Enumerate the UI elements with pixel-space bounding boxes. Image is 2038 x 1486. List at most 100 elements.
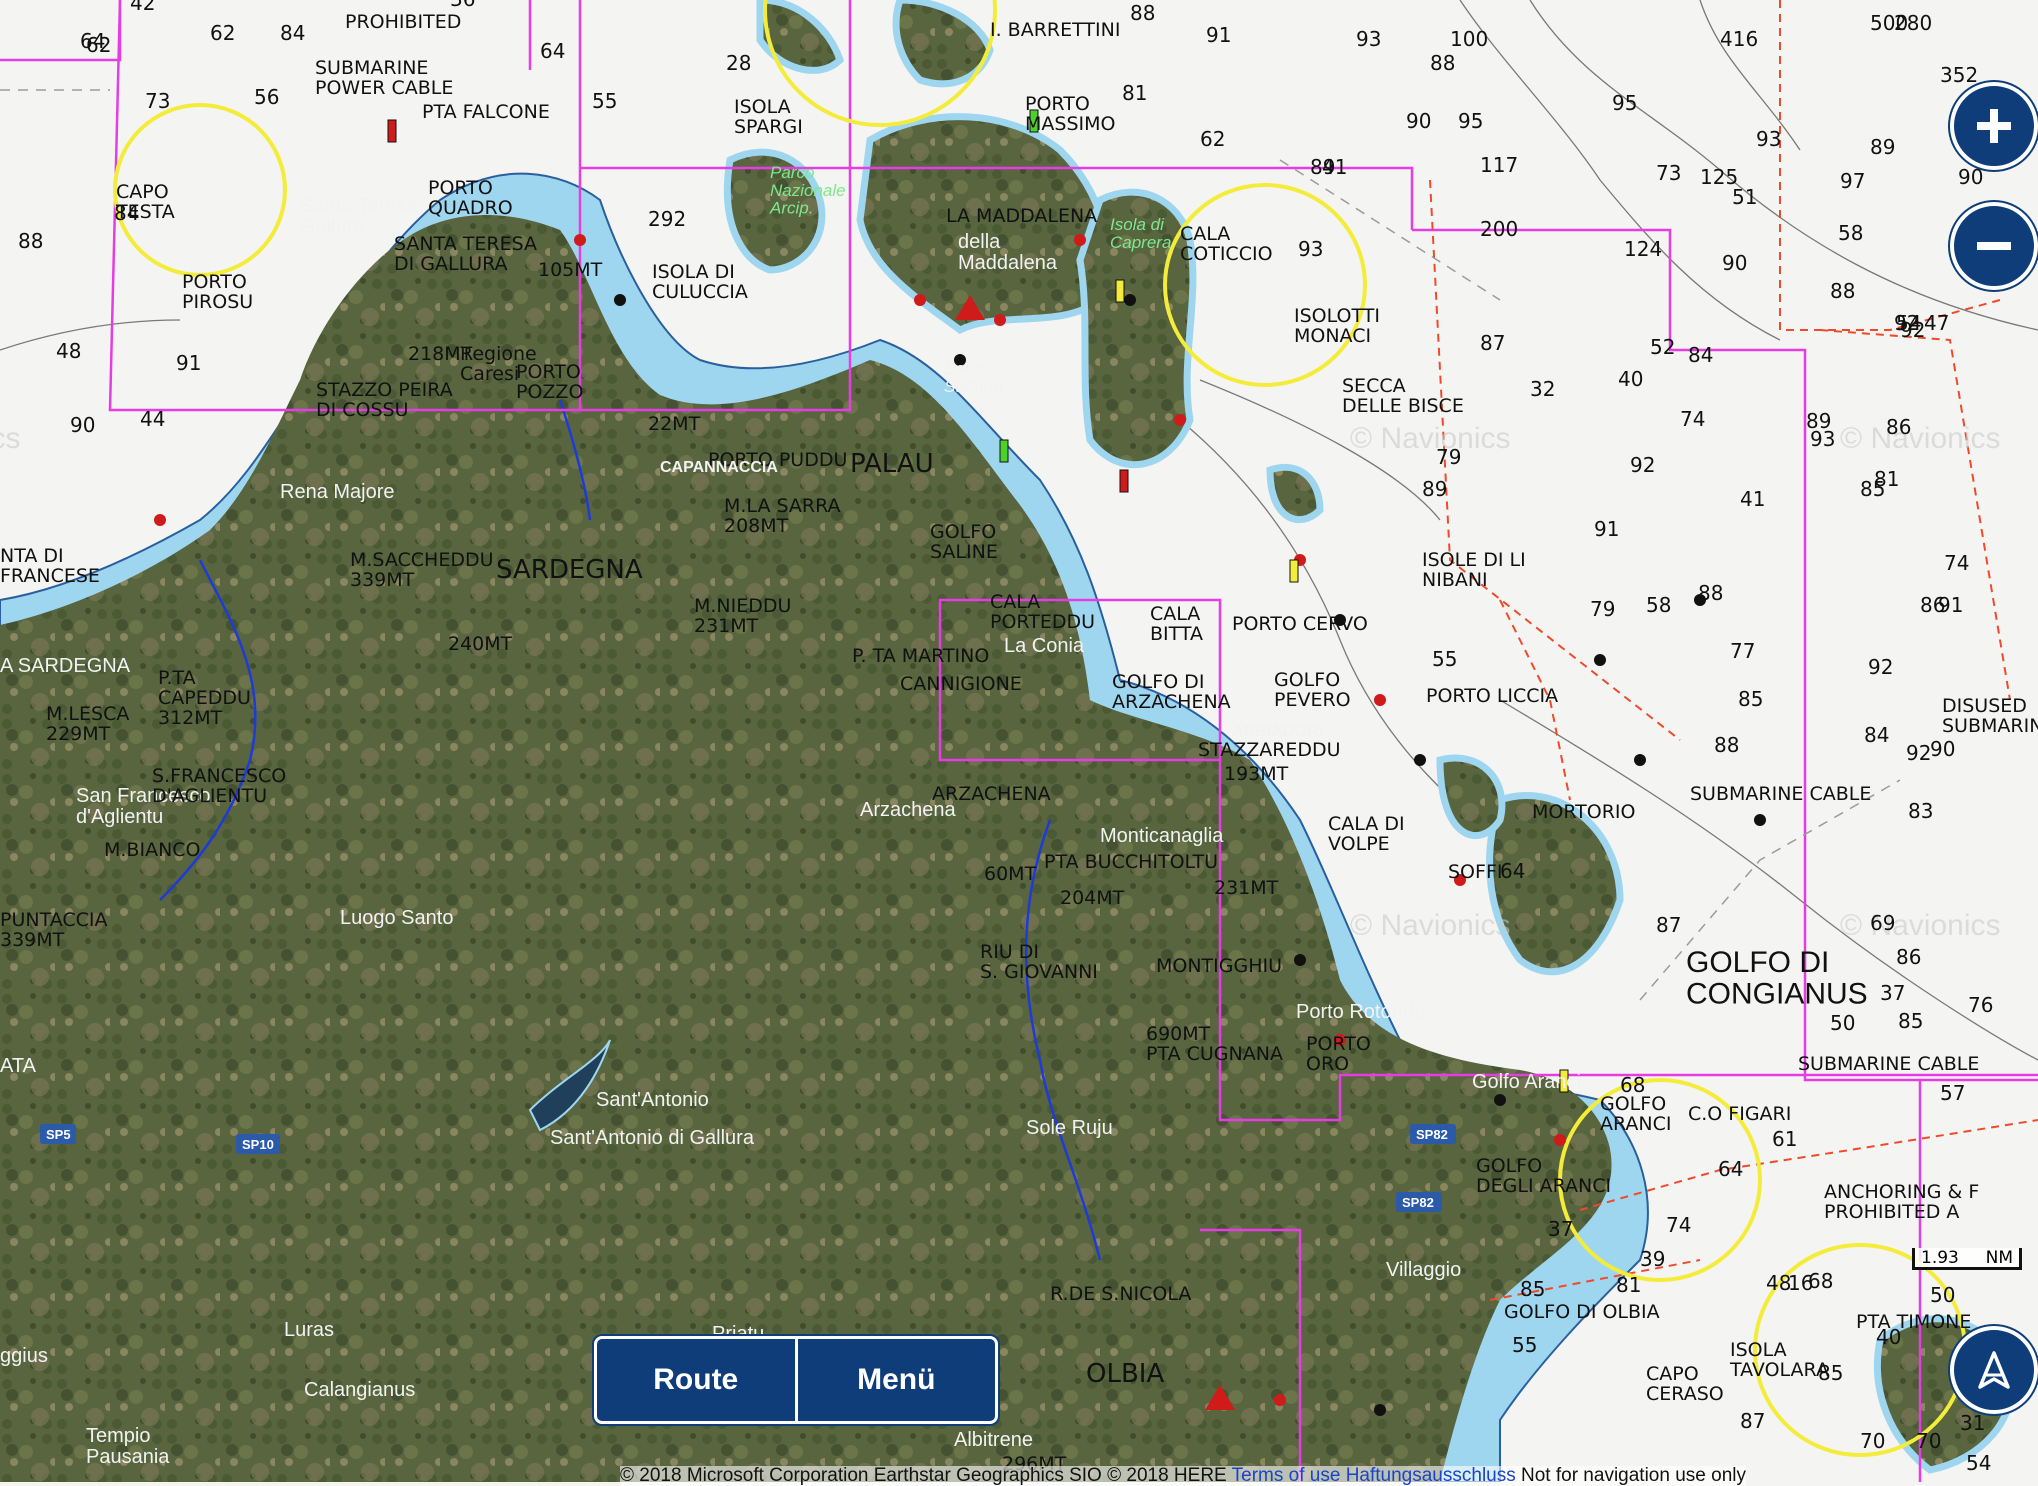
label-porto-liccia: PORTO LICCIA	[1426, 685, 1558, 707]
depth-sounding: 50	[1830, 1011, 1855, 1035]
label-golfo-di-olbia: GOLFO DI OLBIA	[1504, 1301, 1660, 1323]
copyright-tail: Not for navigation use only	[1515, 1465, 1746, 1486]
locate-button[interactable]	[1950, 1326, 2038, 1414]
svg-text:© Navionics: © Navionics	[1840, 422, 2001, 455]
label-golfo-aranci-town: Golfo Aranci	[1472, 1071, 1581, 1093]
depth-sounding: 89	[1870, 135, 1895, 159]
label-porto-pirosu: PORTO PIROSU	[182, 271, 253, 313]
depth-sounding: 95	[1612, 91, 1637, 115]
label-60mt: 60MT	[984, 863, 1037, 885]
depth-sounding: 73	[1656, 161, 1681, 185]
label-porto-rotondo: Porto Rotondo	[1296, 1001, 1425, 1023]
depth-sounding: 85	[1520, 1277, 1545, 1301]
depth-sounding: 91	[1206, 23, 1231, 47]
label-villaggio: Villaggio	[1386, 1259, 1461, 1281]
label-luras: Luras	[284, 1319, 334, 1341]
depth-sounding: 56	[254, 85, 279, 109]
scale-value: 1.93	[1921, 1248, 1959, 1268]
depth-sounding: 97	[1840, 169, 1865, 193]
depth-sounding: 55	[1432, 647, 1457, 671]
label-pta-falcone: PTA FALCONE	[422, 101, 550, 123]
depth-sounding: 125	[1700, 165, 1738, 189]
svg-text:SP10: SP10	[242, 1137, 274, 1152]
depth-sounding: 64	[1500, 859, 1525, 883]
depth-sounding: 86	[1896, 945, 1921, 969]
depth-sounding: 40	[1618, 367, 1643, 391]
compass-arrow-icon	[1978, 1351, 2010, 1389]
label-r-de-s-nicola: R.DE S.NICOLA	[1050, 1283, 1191, 1305]
label-rena-majore: Rena Majore	[280, 481, 395, 503]
label-submarine-cable-1: SUBMARINE CABLE	[1690, 783, 1871, 805]
depth-sounding: 93	[1356, 27, 1381, 51]
depth-sounding: 88	[18, 229, 43, 253]
label-cannigione: CANNIGIONE	[900, 673, 1022, 695]
label-sant-antonio-di-gallura: Sant'Antonio di Gallura	[550, 1127, 755, 1149]
zoom-out-button[interactable]	[1950, 202, 2038, 290]
label-isolotti-monaci: ISOLOTTI MONACI	[1294, 305, 1380, 347]
zoom-in-button[interactable]	[1950, 82, 2038, 170]
depth-sounding: 74	[1944, 551, 1969, 575]
depth-sounding: 90	[70, 413, 95, 437]
depth-sounding: 84	[280, 21, 305, 45]
depth-sounding: 92	[1868, 655, 1893, 679]
depth-sounding: 88	[1130, 1, 1155, 25]
scale-bar: 1.93 NM	[1912, 1248, 2022, 1270]
depth-sounding: 36	[450, 0, 475, 11]
label-stazzareddu: STAZZAREDDU	[1198, 739, 1341, 761]
terms-link[interactable]: Terms of use Haftungsausschluss	[1232, 1465, 1516, 1486]
depth-sounding: 48	[56, 339, 81, 363]
depth-sounding: 70	[1860, 1429, 1885, 1453]
depth-sounding: 280	[1894, 11, 1932, 35]
menu-button[interactable]: Menü	[798, 1339, 996, 1421]
label-monticanaglia: Monticanaglia	[1100, 825, 1224, 847]
depth-sounding: 28	[726, 51, 751, 75]
depth-sounding: 58	[1838, 221, 1863, 245]
depth-sounding: 77	[1730, 639, 1755, 663]
depth-sounding: 92	[1906, 741, 1931, 765]
depth-sounding: 88	[1698, 581, 1723, 605]
depth-sounding: 92	[1894, 311, 1919, 335]
depth-sounding: 81	[1616, 1273, 1641, 1297]
label-luogo-santo: Luogo Santo	[340, 907, 453, 929]
depth-sounding: 87	[1656, 913, 1681, 937]
plus-icon	[1977, 109, 2011, 143]
label-cala-bitta: CALA BITTA	[1150, 603, 1203, 645]
label-pta-timone: PTA TIMONE	[1856, 1311, 1971, 1333]
depth-sounding: 292	[648, 207, 686, 231]
depth-sounding: 85	[1898, 1009, 1923, 1033]
depth-sounding: 42	[130, 0, 155, 15]
svg-text:© Navionics: © Navionics	[1840, 909, 2001, 942]
depth-sounding: 62	[1200, 127, 1225, 151]
depth-sounding: 87	[1480, 331, 1505, 355]
label-isola-caprera: Isola di Caprera	[1110, 215, 1171, 252]
depth-sounding: 90	[1722, 251, 1747, 275]
nautical-chart-map[interactable]: © Navionics © Navionics © Navionics © Na…	[0, 0, 2038, 1482]
depth-sounding: 62	[210, 21, 235, 45]
route-button[interactable]: Route	[597, 1339, 795, 1421]
label-p-ta-martino: P. TA MARTINO	[852, 645, 989, 667]
label-porto-cervo: PORTO CERVO	[1232, 613, 1368, 635]
depth-sounding: 85	[1818, 1361, 1843, 1385]
label-abbiadori: ABBIADORI	[1232, 723, 1323, 740]
svg-text:© Navionics: © Navionics	[1350, 422, 1511, 455]
label-231mt: 231MT	[1214, 877, 1279, 899]
depth-sounding: 91	[176, 351, 201, 375]
label-a-sardegna: A SARDEGNA	[0, 655, 131, 677]
depth-sounding: 79	[1590, 597, 1615, 621]
svg-text:© Navionics: © Navionics	[1350, 909, 1511, 942]
depth-sounding: 83	[1908, 799, 1933, 823]
svg-text:SP82: SP82	[1402, 1195, 1434, 1210]
depth-sounding: 76	[1968, 993, 1993, 1017]
label-golfo-aranci: GOLFO ARANCI	[1600, 1093, 1672, 1135]
label-barrettini: I. BARRETTINI	[990, 19, 1120, 41]
depth-sounding: 95	[1458, 109, 1483, 133]
depth-sounding: 92	[1630, 453, 1655, 477]
label-soffi: SOFFI	[1448, 861, 1502, 883]
depth-sounding: 55	[1512, 1333, 1537, 1357]
depth-sounding: 73	[145, 89, 170, 113]
depth-sounding: 88	[1830, 279, 1855, 303]
svg-text:SP82: SP82	[1416, 1127, 1448, 1142]
depth-sounding: 84	[114, 201, 139, 225]
label-pta-bucchitoltu: PTA BUCCHITOLTU	[1044, 851, 1218, 873]
copyright-text: © 2018 Microsoft Corporation Earthstar G…	[620, 1465, 1232, 1486]
